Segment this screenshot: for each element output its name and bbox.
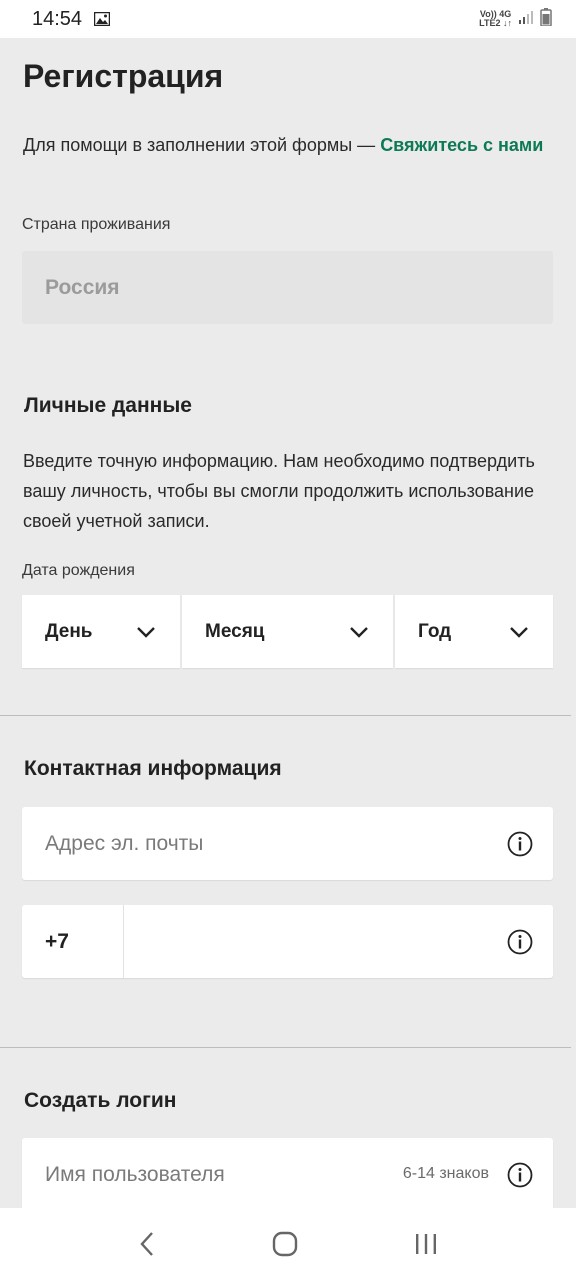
username-placeholder: Имя пользователя [45, 1162, 225, 1186]
section-divider [0, 715, 571, 716]
help-text: Для помощи в заполнении этой формы — [23, 135, 381, 155]
nav-back-icon[interactable] [137, 1230, 157, 1258]
system-nav-bar [0, 1208, 576, 1280]
registration-form[interactable]: Регистрация Для помощи в заполнении этой… [0, 38, 576, 1208]
phone-country-code[interactable]: +7 [22, 905, 124, 978]
contact-section-title: Контактная информация [24, 757, 282, 780]
username-hint: 6-14 знаков [402, 1165, 489, 1182]
login-section-title: Создать логин [24, 1089, 177, 1112]
day-select-label: День [45, 620, 93, 642]
page-title: Регистрация [23, 58, 224, 94]
signal-icon [518, 10, 534, 29]
year-select-label: Год [418, 620, 452, 642]
status-indicators: Vo)) 4G LTE2 ↓↑ [479, 7, 552, 31]
chevron-down-icon [137, 626, 155, 638]
email-placeholder: Адрес эл. почты [45, 831, 204, 855]
help-text-block: Для помощи в заполнении этой формы — Свя… [23, 130, 553, 160]
battery-icon [540, 7, 552, 31]
chevron-down-icon [510, 626, 528, 638]
info-icon[interactable] [507, 1162, 533, 1188]
month-select[interactable]: Месяц [182, 595, 393, 668]
contact-us-link[interactable]: Свяжитесь с нами [380, 135, 543, 155]
nav-home-icon[interactable] [271, 1230, 299, 1258]
personal-section-title: Личные данные [24, 394, 192, 417]
day-select[interactable]: День [22, 595, 180, 668]
dob-selectors: День Месяц Год [22, 595, 553, 668]
month-select-label: Месяц [205, 620, 265, 642]
country-field: Россия [22, 251, 553, 324]
info-icon[interactable] [507, 831, 533, 857]
status-time: 14:54 [32, 7, 83, 30]
year-select[interactable]: Год [395, 595, 553, 668]
network-type-bottom: LTE2 ↓↑ [479, 18, 512, 28]
country-value: Россия [45, 275, 120, 299]
network-indicator: Vo)) 4G LTE2 ↓↑ [479, 10, 512, 28]
username-field[interactable]: Имя пользователя 6-14 знаков [22, 1138, 553, 1208]
section-divider [0, 1047, 571, 1048]
dob-label: Дата рождения [22, 562, 135, 579]
phone-field[interactable]: +7 [22, 905, 553, 978]
country-label: Страна проживания [22, 216, 171, 233]
nav-recents-icon[interactable] [413, 1231, 439, 1257]
info-icon[interactable] [507, 929, 533, 955]
email-field[interactable]: Адрес эл. почты [22, 807, 553, 880]
status-bar: 14:54 Vo)) 4G LTE2 ↓↑ [0, 0, 576, 38]
chevron-down-icon [350, 626, 368, 638]
personal-description: Введите точную информацию. Нам необходим… [23, 451, 535, 531]
gallery-icon [93, 11, 111, 27]
